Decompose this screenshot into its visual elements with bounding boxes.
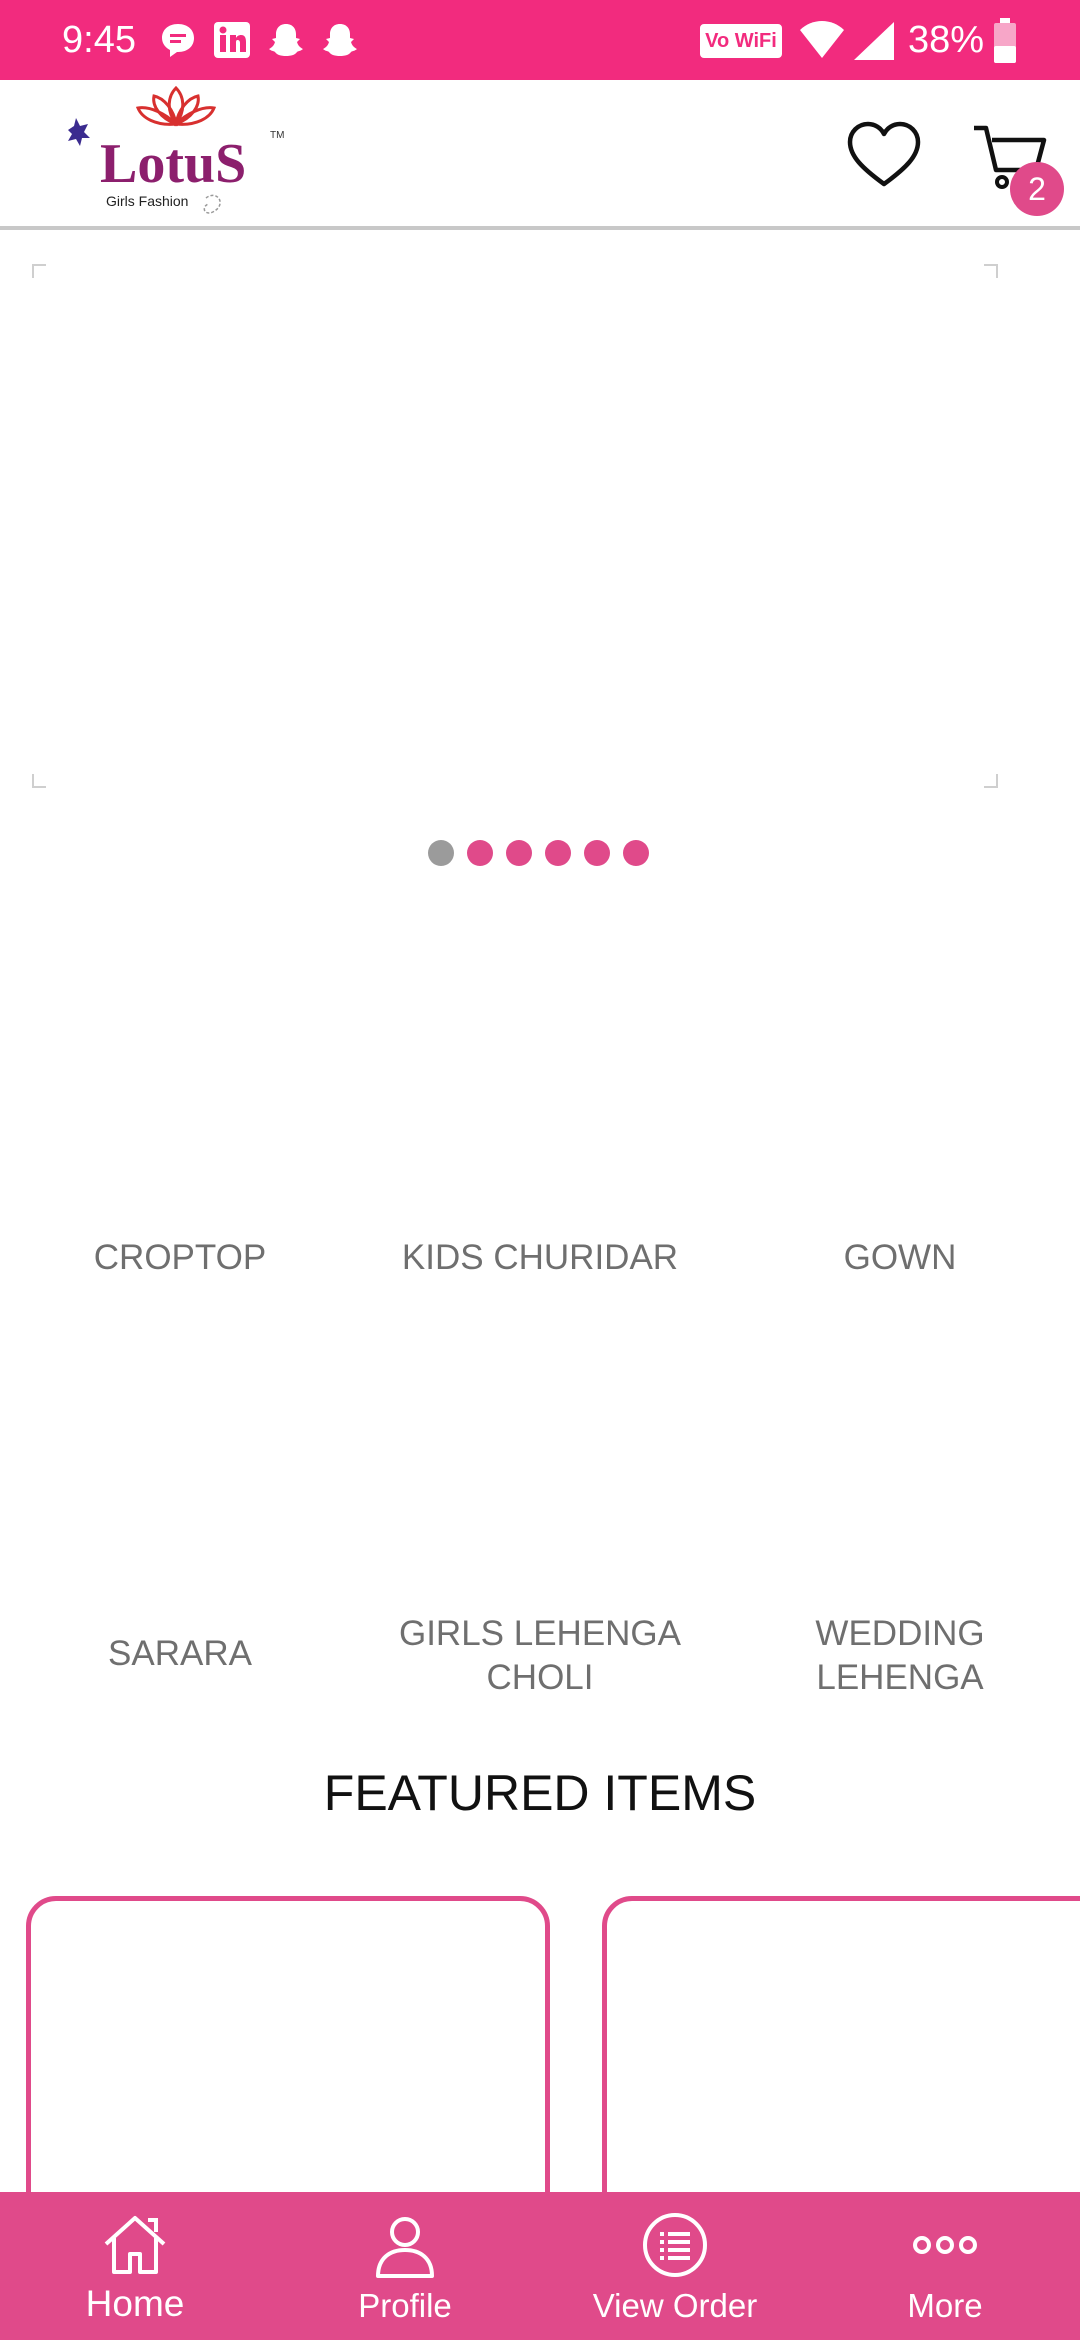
category-sarara[interactable]: SARARA	[0, 1632, 360, 1676]
carousel-dot[interactable]	[467, 840, 493, 866]
category-girls-lehenga-choli[interactable]: GIRLS LEHENGA CHOLI	[385, 1612, 695, 1700]
cart-count-badge: 2	[1010, 162, 1064, 216]
carousel-dot[interactable]	[428, 840, 454, 866]
banner-carousel[interactable]	[32, 264, 998, 788]
category-gown[interactable]: GOWN	[720, 1236, 1080, 1280]
more-icon	[910, 2210, 980, 2280]
snapchat-icon	[266, 20, 306, 60]
category-kids-churidar[interactable]: KIDS CHURIDAR	[360, 1236, 720, 1280]
carousel-dot[interactable]	[623, 840, 649, 866]
svg-text:TM: TM	[270, 130, 284, 141]
nav-home[interactable]: Home	[0, 2192, 270, 2340]
profile-icon	[370, 2210, 440, 2280]
order-list-icon	[640, 2210, 710, 2280]
home-icon	[100, 2210, 170, 2280]
nav-profile-label: Profile	[358, 2287, 452, 2324]
svg-text:LotuS: LotuS	[100, 133, 246, 195]
signal-icon	[852, 20, 896, 62]
nav-more-label: More	[907, 2287, 983, 2324]
category-wedding-lehenga[interactable]: WEDDING LEHENGA	[780, 1612, 1020, 1700]
featured-items-heading: FEATURED ITEMS	[323, 1765, 757, 1821]
nav-profile[interactable]: Profile	[270, 2192, 540, 2340]
nav-view-order[interactable]: View Order	[540, 2192, 810, 2340]
bottom-navigation: Home Profile View Order More	[0, 2192, 1080, 2340]
carousel-indicator	[428, 840, 649, 868]
category-croptop[interactable]: CROPTOP	[0, 1236, 360, 1280]
carousel-dot[interactable]	[584, 840, 610, 866]
wifi-icon	[798, 18, 846, 62]
nav-home-label: Home	[85, 2283, 185, 2324]
status-time: 9:45	[62, 19, 136, 61]
wishlist-button[interactable]	[846, 120, 922, 190]
svg-text:Girls Fashion: Girls Fashion	[106, 193, 188, 209]
chat-icon	[158, 20, 198, 60]
battery-icon	[992, 18, 1018, 64]
nav-more[interactable]: More	[810, 2192, 1080, 2340]
app-header: LotuS TM Girls Fashion 2	[0, 80, 1080, 230]
carousel-dot[interactable]	[506, 840, 532, 866]
vowifi-badge: Vo WiFi	[700, 24, 782, 58]
snapchat-icon	[320, 20, 360, 60]
battery-percentage: 38%	[908, 19, 985, 61]
brand-logo[interactable]: LotuS TM Girls Fashion	[66, 86, 286, 220]
carousel-dot[interactable]	[545, 840, 571, 866]
heart-icon	[847, 121, 921, 187]
nav-view-order-label: View Order	[592, 2287, 758, 2324]
status-bar: 9:45 Vo WiFi 38%	[0, 0, 1080, 80]
linkedin-icon	[212, 20, 252, 60]
